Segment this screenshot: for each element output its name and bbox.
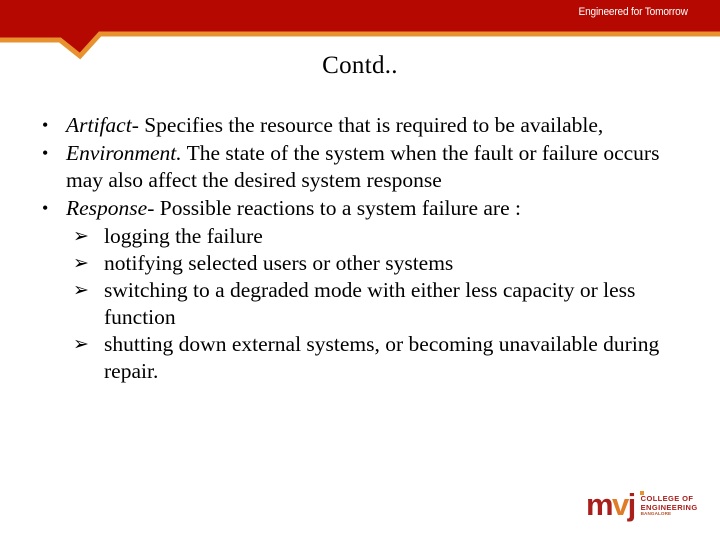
body-content: • Artifact- Specifies the resource that … bbox=[28, 112, 692, 385]
sub-bullet-list: ➢ logging the failure ➢ notifying select… bbox=[28, 223, 692, 385]
arrow-bullet-icon: ➢ bbox=[73, 252, 89, 274]
slide: Engineered for Tomorrow Contd.. • Artifa… bbox=[0, 0, 720, 540]
bullet-text: - Possible reactions to a system failure… bbox=[147, 196, 521, 220]
list-item: • Response- Possible reactions to a syst… bbox=[28, 195, 692, 222]
sub-bullet-text: shutting down external systems, or becom… bbox=[104, 332, 660, 383]
sub-list-item: ➢ shutting down external systems, or bec… bbox=[73, 331, 692, 385]
list-item: • Environment. The state of the system w… bbox=[28, 140, 692, 194]
logo-wordmark: mvj bbox=[586, 487, 644, 522]
arrow-bullet-icon: ➢ bbox=[73, 279, 89, 301]
sub-bullet-text: switching to a degraded mode with either… bbox=[104, 278, 636, 329]
logo-letter-j: j bbox=[627, 487, 637, 522]
bullet-marker-icon: • bbox=[42, 115, 49, 135]
bullet-text: - Specifies the resource that is require… bbox=[131, 113, 604, 137]
logo-line-2: ENGINEERING bbox=[640, 502, 698, 512]
sub-list-item: ➢ switching to a degraded mode with eith… bbox=[73, 277, 692, 331]
bullet-lead-term: Response bbox=[66, 196, 148, 220]
tagline: Engineered for Tomorrow bbox=[578, 6, 688, 18]
logo-dot-icon bbox=[640, 491, 644, 495]
arrow-bullet-icon: ➢ bbox=[73, 333, 89, 355]
sub-bullet-text: notifying selected users or other system… bbox=[104, 251, 454, 275]
sub-bullet-text: logging the failure bbox=[104, 224, 263, 248]
mvj-logo: mvj COLLEGE OF ENGINEERING BANGALORE bbox=[586, 487, 708, 526]
logo-letter-m: m bbox=[586, 487, 614, 522]
logo-line-3: BANGALORE bbox=[640, 511, 672, 516]
list-item: • Artifact- Specifies the resource that … bbox=[28, 112, 692, 139]
page-title: Contd.. bbox=[322, 52, 398, 79]
bullet-marker-icon: • bbox=[42, 198, 49, 218]
bullet-lead-term: Artifact bbox=[66, 113, 132, 137]
logo-letter-v: v bbox=[611, 487, 629, 522]
arrow-bullet-icon: ➢ bbox=[73, 225, 89, 247]
sub-list-item: ➢ notifying selected users or other syst… bbox=[73, 250, 692, 277]
header-banner: Engineered for Tomorrow bbox=[0, 0, 720, 60]
bullet-marker-icon: • bbox=[42, 143, 49, 163]
logo-institution-text: COLLEGE OF ENGINEERING BANGALORE bbox=[641, 492, 698, 517]
bullet-lead-term: Environment. bbox=[66, 141, 182, 165]
sub-list-item: ➢ logging the failure bbox=[73, 223, 692, 250]
logo-line-1: COLLEGE OF bbox=[640, 494, 694, 503]
bullet-list: • Artifact- Specifies the resource that … bbox=[28, 112, 692, 222]
